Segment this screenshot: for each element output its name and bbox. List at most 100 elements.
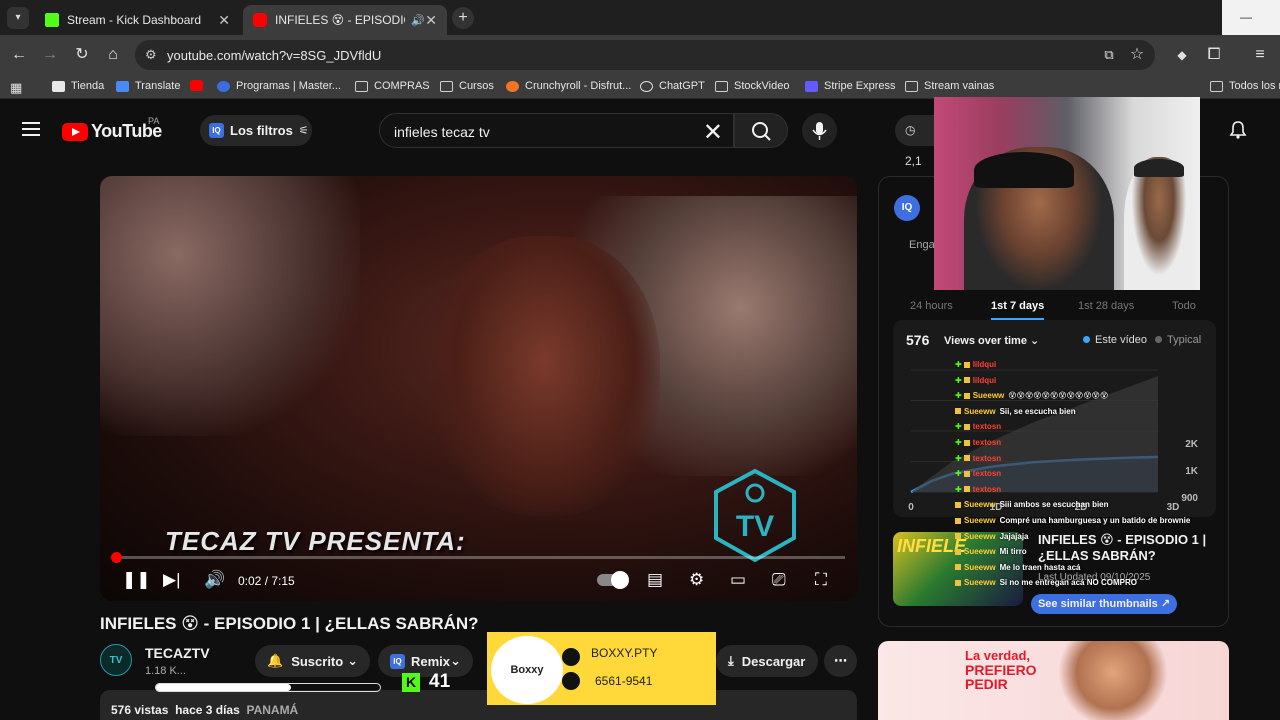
close-tab-icon[interactable]: ✕	[218, 12, 230, 29]
reload-icon[interactable]: ↻	[71, 44, 93, 66]
close-tab-icon[interactable]: ✕	[425, 12, 437, 29]
subscribed-button[interactable]: 🔔 Suscrito ⌄	[255, 645, 370, 677]
bell-icon: 🔔	[267, 653, 284, 668]
chat-username: Sueeww	[964, 406, 996, 416]
user-badge-icon	[955, 564, 961, 571]
extensions-puzzle-icon[interactable]: ⧠	[1203, 44, 1225, 66]
chat-text: Siii ambos se escuchan bien	[999, 500, 1109, 510]
menu-icon[interactable]: ≡	[1249, 44, 1271, 66]
bookmark-stripe[interactable]: Stripe Express	[805, 80, 896, 92]
tab-1st-28-days[interactable]: 1st 28 days	[1078, 300, 1134, 312]
site-info-icon[interactable]: ⚙	[145, 47, 157, 63]
minimize-button[interactable]: —	[1222, 0, 1280, 35]
theater-mode-icon[interactable]: ▭	[730, 570, 746, 590]
home-icon[interactable]: ⌂	[102, 44, 124, 66]
video-player[interactable]: TECAZ TV PRESENTA: TV ❚❚ ▶| 🔊 0:02 / 7:1…	[100, 176, 857, 601]
engagement-label: Enga	[909, 239, 935, 251]
apps-grid-icon[interactable]: ▦	[10, 80, 23, 95]
more-actions-button[interactable]: ⋯	[824, 645, 857, 677]
webcam-cap	[974, 152, 1074, 188]
cast-icon[interactable]: ⎚	[772, 570, 786, 590]
extension-diamond-icon[interactable]: ◆	[1171, 44, 1193, 66]
fullscreen-icon[interactable]: ⛶	[815, 570, 827, 590]
bookmark-youtube[interactable]	[190, 80, 209, 91]
autoplay-toggle[interactable]	[597, 570, 629, 590]
bookmark-programas[interactable]: Programas | Master...	[217, 80, 341, 92]
bookmark-stream-vainas[interactable]: Stream vainas	[905, 80, 994, 92]
channel-avatar[interactable]: TV	[100, 644, 132, 676]
tab-kick-dashboard[interactable]: Stream - Kick Dashboard ✕	[35, 5, 240, 35]
subtitles-icon[interactable]: ▤	[647, 570, 663, 590]
bookmark-star-icon[interactable]: ☆	[1126, 44, 1148, 66]
pause-icon[interactable]: ❚❚	[122, 570, 151, 590]
iq-extension-icon[interactable]: IQ	[894, 195, 920, 221]
video-frame-background	[100, 176, 360, 436]
tab-all[interactable]: Todo	[1172, 300, 1196, 312]
bookmark-stockvideo[interactable]: StockVideo	[715, 80, 789, 92]
chat-username: Sueeww	[964, 547, 996, 557]
bookmark-chatgpt[interactable]: ChatGPT	[640, 80, 705, 92]
bookmark-translate[interactable]: Translate	[116, 80, 180, 92]
bookmark-cursos[interactable]: Cursos	[440, 80, 494, 92]
clear-search-icon[interactable]: ✕	[703, 118, 723, 147]
stream-chat-overlay: ✚ lildqui ✚ lildqui ✚ Sueeww 😵😵😵😵😵😵😵😵😵😵😵😵 Sueew…	[955, 360, 1215, 592]
guide-menu-icon[interactable]	[22, 122, 40, 136]
chat-message: ✚ textosn	[955, 438, 1005, 447]
tab-youtube-video[interactable]: INFIELES 😵 - EPISODIO 1 | 🔊 ✕	[243, 5, 447, 35]
tab-1st-7-days[interactable]: 1st 7 days	[991, 300, 1045, 320]
chat-text: Mi tirro	[999, 547, 1027, 557]
video-time: 0:02 / 7:15	[238, 574, 295, 588]
store-icon	[52, 80, 65, 92]
filters-button[interactable]: IQ Los filtros ⚟	[200, 115, 312, 146]
plus-badge-icon: ✚	[955, 453, 962, 463]
search-input[interactable]: infieles tecaz tv ✕	[379, 113, 734, 148]
tab-search-icon[interactable]: ▾	[7, 7, 29, 29]
back-arrow-icon[interactable]: ←	[8, 44, 30, 66]
bookmark-all[interactable]: Todos los m	[1210, 80, 1280, 92]
download-button[interactable]: ⤓ Descargar	[716, 645, 818, 677]
video-description-bar[interactable]: 576 vistas hace 3 días PANAMÁ	[100, 690, 857, 720]
bookmark-crunchyroll[interactable]: Crunchyroll - Disfrut...	[506, 80, 631, 92]
next-video-icon[interactable]: ▶|	[163, 570, 181, 590]
chat-text: Jajajaja	[999, 531, 1029, 541]
chat-username: textosn	[972, 469, 1002, 479]
plus-badge-icon: ✚	[955, 375, 962, 385]
new-tab-button[interactable]: +	[452, 7, 474, 29]
folder-icon	[715, 80, 728, 92]
install-app-icon[interactable]: ⧉	[1098, 44, 1120, 66]
notifications-bell-icon[interactable]	[1228, 120, 1248, 140]
channel-name[interactable]: TECAZTV	[145, 645, 210, 661]
plus-badge-icon: ✚	[955, 360, 962, 369]
chat-username: Sueeww	[964, 578, 996, 588]
bookmark-compras[interactable]: COMPRAS	[355, 80, 430, 92]
chevron-down-icon: ⌄	[450, 653, 461, 668]
download-icon: ⤓	[728, 653, 734, 668]
webcam-cap	[1134, 159, 1184, 177]
audio-playing-icon[interactable]: 🔊	[411, 14, 425, 27]
video-progress-bar[interactable]	[110, 552, 845, 563]
chat-message: Sueeww Mi tirro	[955, 547, 1027, 556]
folder-icon	[905, 80, 918, 92]
see-similar-thumbnails-button[interactable]: See similar thumbnails ↗	[1031, 594, 1177, 614]
forward-arrow-icon[interactable]: →	[39, 44, 61, 66]
scrubber-handle[interactable]	[110, 552, 122, 563]
bookmark-tienda[interactable]: Tienda	[52, 80, 104, 92]
period-tabs: 24 hours 1st 7 days 1st 28 days Todo	[879, 300, 1230, 322]
tab-24-hours[interactable]: 24 hours	[910, 300, 953, 312]
plus-badge-icon: ✚	[955, 422, 962, 432]
youtube-logo[interactable]: YouTube PA	[62, 116, 162, 142]
search-button[interactable]	[734, 113, 788, 148]
watch-time-chip[interactable]: ◷ 2,1	[895, 115, 935, 168]
volume-icon[interactable]: 🔊	[204, 570, 225, 590]
user-badge-icon	[963, 455, 970, 462]
ad-banner[interactable]: La verdad, PREFIERO PEDIR	[878, 641, 1229, 720]
chat-message: ✚ textosn	[955, 422, 1005, 431]
kick-logo-icon: K	[402, 672, 420, 692]
svg-text:TV: TV	[736, 510, 774, 543]
settings-gear-icon[interactable]: ⚙	[689, 570, 704, 590]
voice-search-button[interactable]	[802, 113, 837, 148]
url-text[interactable]: youtube.com/watch?v=8SG_JDVfldU	[167, 48, 381, 63]
address-bar[interactable]: ⚙ youtube.com/watch?v=8SG_JDVfldU	[135, 40, 1155, 70]
video-title: INFIELES 😵 - EPISODIO 1 | ¿ELLAS SABRÁN?	[100, 614, 479, 633]
iq-extension-icon: IQ	[390, 653, 405, 669]
